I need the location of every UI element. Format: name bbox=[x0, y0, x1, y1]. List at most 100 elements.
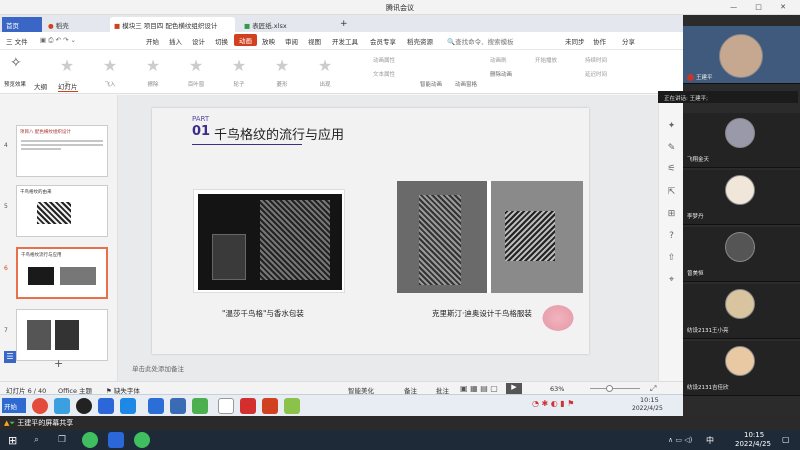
effect-diamond-icon[interactable]: ★ bbox=[267, 56, 297, 75]
notification-icon[interactable]: ▢ bbox=[782, 435, 790, 444]
menu-review[interactable]: 审阅 bbox=[285, 36, 298, 46]
animation-icon[interactable]: ✦ bbox=[666, 121, 677, 132]
slide-canvas[interactable]: PART 01 千鸟格纹的流行与应用 "温莎千鸟格"与香水包装 克里斯汀·迪奥设… bbox=[152, 108, 589, 354]
delay[interactable]: 延迟时间 bbox=[585, 70, 607, 78]
quick-access-icons[interactable]: ▣ ⎙ ↶ ↷ ⌄ bbox=[40, 36, 76, 45]
effect-flyin-icon[interactable]: ★ bbox=[95, 56, 125, 75]
chrome-icon[interactable] bbox=[32, 398, 48, 414]
fit-window-icon[interactable]: ⤢ bbox=[650, 384, 656, 394]
text-props[interactable]: 文本属性 bbox=[373, 70, 395, 78]
duration[interactable]: 持续时间 bbox=[585, 56, 607, 64]
system-tray-icons[interactable]: ∧ ▭ ◁) bbox=[668, 436, 692, 444]
screen-share-label[interactable]: ▲⏷ 王建平的屏幕共享 bbox=[4, 418, 73, 428]
tab-home[interactable]: 首页 bbox=[2, 17, 42, 32]
slide-thumb-7[interactable] bbox=[16, 309, 108, 361]
effect-wheel[interactable]: 轮子 bbox=[224, 80, 254, 88]
tab-slides[interactable]: 幻灯片 bbox=[58, 81, 78, 92]
sliders-icon[interactable]: ⚟ bbox=[666, 164, 677, 175]
effect-diamond[interactable]: 菱形 bbox=[267, 80, 297, 88]
app-icon[interactable] bbox=[120, 398, 136, 414]
animation-pane[interactable]: 动画窗格 bbox=[455, 80, 477, 88]
qq-icon[interactable] bbox=[76, 398, 92, 414]
effect-flyin[interactable]: 飞入 bbox=[95, 80, 125, 88]
export-icon[interactable]: ⇱ bbox=[666, 187, 677, 198]
command-search[interactable]: 🔍查找命令、搜索模板 bbox=[447, 36, 514, 46]
menu-start[interactable]: 开始 bbox=[146, 36, 159, 46]
app-icon[interactable] bbox=[284, 398, 300, 414]
unsync-status[interactable]: 未同步 bbox=[565, 36, 585, 46]
effect-wipe-icon[interactable]: ★ bbox=[138, 56, 168, 75]
smart-animation[interactable]: 智能动画 bbox=[420, 80, 442, 88]
menu-animation[interactable]: 动画 bbox=[234, 34, 257, 46]
start-button[interactable]: 开始 bbox=[2, 398, 26, 413]
pen-icon[interactable]: ✎ bbox=[666, 143, 677, 154]
menu-member[interactable]: 会员专享 bbox=[370, 36, 396, 46]
app-icon[interactable] bbox=[134, 432, 150, 448]
menu-docer-resources[interactable]: 稻壳资源 bbox=[407, 36, 433, 46]
collab-button[interactable]: 协作 bbox=[593, 36, 606, 46]
effect-none-icon[interactable]: ★ bbox=[52, 56, 82, 75]
slide-thumb-5[interactable]: 千鸟格纹的由来 bbox=[16, 185, 108, 237]
slide-thumb-6-selected[interactable]: 千鸟格纹流行与应用 bbox=[16, 247, 108, 299]
browser-icon[interactable] bbox=[54, 398, 70, 414]
effect-blinds-icon[interactable]: ★ bbox=[181, 56, 211, 75]
preview-icon[interactable]: ✧ bbox=[10, 55, 22, 71]
preview-effect-button[interactable]: 预览效果 bbox=[4, 80, 26, 88]
format-icon[interactable]: ⊞ bbox=[666, 209, 677, 220]
windows-icon[interactable]: ⊞ bbox=[8, 434, 17, 447]
wechat-icon[interactable] bbox=[192, 398, 208, 414]
animation-props[interactable]: 动画属性 bbox=[373, 56, 395, 64]
zoom-slider[interactable] bbox=[590, 388, 640, 389]
ie-icon[interactable] bbox=[148, 398, 164, 414]
app-icon[interactable] bbox=[170, 398, 186, 414]
zoom-level[interactable]: 63% bbox=[550, 385, 564, 393]
menu-design[interactable]: 设计 bbox=[192, 36, 205, 46]
animation-painter[interactable]: 动画刷 bbox=[490, 56, 507, 64]
location-icon[interactable]: ⌖ bbox=[666, 275, 677, 286]
tray-icons[interactable]: ◔ ✱ ◐ ▮ ⚑ bbox=[532, 399, 574, 408]
tab-xlsx[interactable]: ■ 表匠纸.xlsx bbox=[240, 17, 330, 32]
slide-thumb-4[interactable]: 项目八 配色横纹组织设计 bbox=[16, 125, 108, 177]
menu-transition[interactable]: 切换 bbox=[215, 36, 228, 46]
zoom-slider-thumb[interactable] bbox=[606, 385, 613, 392]
meeting-icon[interactable] bbox=[108, 432, 124, 448]
delete-animation[interactable]: 删除动画 bbox=[490, 70, 512, 78]
outline-toggle-icon[interactable]: ☰ bbox=[4, 351, 16, 363]
search-icon[interactable]: ⌕ bbox=[34, 435, 39, 445]
help-icon[interactable]: ? bbox=[666, 231, 677, 242]
notes-placeholder[interactable]: 单击此处添加备注 bbox=[132, 363, 184, 373]
effect-appear-icon[interactable]: ★ bbox=[310, 56, 340, 75]
ppt-icon[interactable] bbox=[262, 398, 278, 414]
play-button[interactable]: ▶ bbox=[506, 383, 522, 394]
tab-active-ppt[interactable]: ■ 模块三 项目四 配色横纹组织设计 bbox=[110, 17, 235, 32]
effect-wipe[interactable]: 擦除 bbox=[138, 80, 168, 88]
upload-icon[interactable]: ⇧ bbox=[666, 253, 677, 264]
add-slide-button[interactable]: + bbox=[54, 357, 63, 370]
wps-icon[interactable] bbox=[240, 398, 256, 414]
input-language[interactable]: 中 bbox=[706, 435, 714, 446]
video-tile[interactable]: 纺设2131吉佳欣 bbox=[683, 341, 800, 396]
start-play[interactable]: 开始播放 bbox=[535, 56, 557, 64]
meeting-icon[interactable] bbox=[98, 398, 114, 414]
menu-file[interactable]: 三 文件 bbox=[6, 36, 28, 46]
video-tile[interactable]: 曾美恒 bbox=[683, 227, 800, 282]
view-mode-icons[interactable]: ▣ ▦ ▤ ▢ bbox=[460, 384, 498, 393]
effect-appear[interactable]: 出现 bbox=[310, 80, 340, 88]
tab-docer[interactable]: ● 稻壳 bbox=[44, 17, 104, 32]
menu-slideshow[interactable]: 放映 bbox=[262, 36, 275, 46]
effect-wheel-icon[interactable]: ★ bbox=[224, 56, 254, 75]
new-tab-button[interactable]: + bbox=[336, 16, 352, 31]
menu-view[interactable]: 视图 bbox=[308, 36, 321, 46]
share-button[interactable]: 分享 bbox=[622, 36, 635, 46]
window-controls[interactable]: — □ ✕ bbox=[730, 3, 794, 11]
video-tile[interactable]: 飞翔金天 bbox=[683, 113, 800, 168]
app-icon[interactable] bbox=[218, 398, 234, 414]
task-view-icon[interactable]: ❐ bbox=[58, 435, 66, 445]
wechat-icon[interactable] bbox=[82, 432, 98, 448]
video-tile[interactable]: 李梦丹 bbox=[683, 170, 800, 225]
tab-outline[interactable]: 大纲 bbox=[34, 81, 47, 91]
effect-blinds[interactable]: 百叶窗 bbox=[181, 80, 211, 88]
menu-insert[interactable]: 插入 bbox=[169, 36, 182, 46]
menu-devtools[interactable]: 开发工具 bbox=[332, 36, 358, 46]
video-tile[interactable]: 纺设2131王小亮 bbox=[683, 284, 800, 339]
